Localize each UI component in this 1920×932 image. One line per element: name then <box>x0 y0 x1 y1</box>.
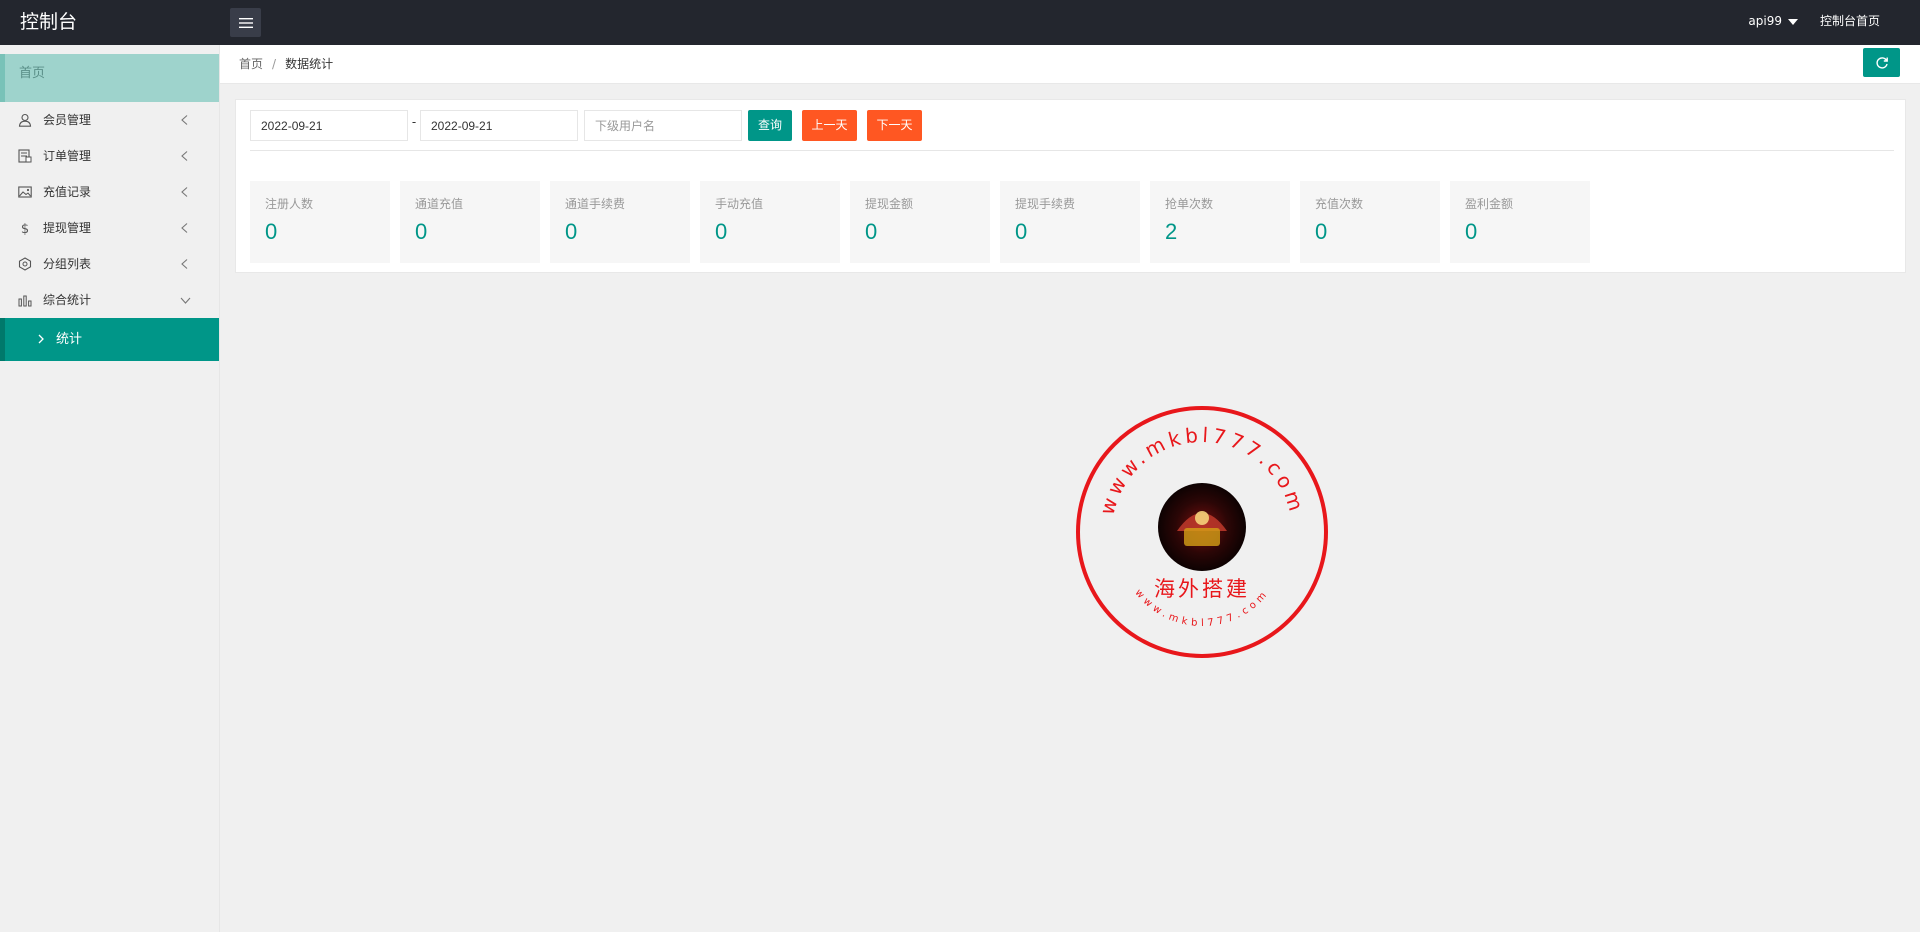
order-icon <box>18 149 32 163</box>
refresh-button[interactable] <box>1863 48 1900 77</box>
sidebar-item-members[interactable]: 会员管理 <box>0 102 219 138</box>
end-date-input[interactable] <box>420 110 578 141</box>
divider <box>250 150 1894 151</box>
watermark-logo <box>1158 483 1246 571</box>
chevron-left-icon <box>181 223 188 233</box>
stat-tile-registrations: 注册人数 0 <box>250 181 390 263</box>
user-menu[interactable]: api99 <box>1748 0 1798 43</box>
sidebar-item-label: 综合统计 <box>43 293 92 307</box>
query-button[interactable]: 查询 <box>748 110 792 141</box>
stat-tile-withdraw-amount: 提现金额 0 <box>850 181 990 263</box>
chart-icon <box>18 295 32 307</box>
stat-value: 0 <box>415 219 428 244</box>
stats-grid: 注册人数 0 通道充值 0 通道手续费 0 手动充值 0 提现金额 0 提现手续… <box>250 181 1590 263</box>
app-title: 控制台 <box>20 11 78 33</box>
stat-label: 提现手续费 <box>1015 197 1076 211</box>
stat-tile-profit: 盈利金额 0 <box>1450 181 1590 263</box>
stat-tile-manual-recharge: 手动充值 0 <box>700 181 840 263</box>
sidebar-item-withdraw[interactable]: $ 提现管理 <box>0 210 219 246</box>
group-icon <box>18 257 32 271</box>
sidebar-item-groups[interactable]: 分组列表 <box>0 246 219 282</box>
date-separator: - <box>411 114 417 129</box>
svg-text:$: $ <box>21 222 29 235</box>
chevron-right-icon <box>38 334 44 344</box>
image-icon <box>18 186 32 198</box>
sidebar-item-recharge[interactable]: 充值记录 <box>0 174 219 210</box>
stat-value: 0 <box>865 219 878 244</box>
stat-value: 2 <box>1165 219 1178 244</box>
prev-day-button[interactable]: 上一天 <box>802 110 857 141</box>
breadcrumb-current: 数据统计 <box>285 57 334 71</box>
watermark-stamp: www.mkbl777.com 海外搭建 www.mkbl777.com <box>1076 406 1328 658</box>
stat-tile-withdraw-fee: 提现手续费 0 <box>1000 181 1140 263</box>
user-icon <box>18 113 32 127</box>
stat-value: 0 <box>1015 219 1028 244</box>
stat-tile-grab-orders: 抢单次数 2 <box>1150 181 1290 263</box>
next-day-button[interactable]: 下一天 <box>867 110 922 141</box>
watermark-center-text: 海外搭建 <box>1154 577 1250 601</box>
sidebar-item-home[interactable]: 首页 <box>0 54 219 102</box>
sidebar-subitem-stats[interactable]: 统计 <box>0 318 219 361</box>
breadcrumb-bar: 首页 / 数据统计 <box>220 45 1920 84</box>
stat-value: 0 <box>715 219 728 244</box>
sub-user-input[interactable] <box>584 110 742 141</box>
stat-label: 通道手续费 <box>565 197 626 211</box>
menu-toggle-button[interactable] <box>230 8 261 37</box>
sidebar-item-summary-stats[interactable]: 综合统计 <box>0 282 219 318</box>
stat-value: 0 <box>265 219 278 244</box>
stat-label: 注册人数 <box>265 197 314 211</box>
breadcrumb-home[interactable]: 首页 <box>239 57 263 71</box>
stat-label: 抢单次数 <box>1165 197 1214 211</box>
sidebar-item-orders[interactable]: 订单管理 <box>0 138 219 174</box>
stat-value: 0 <box>1465 219 1478 244</box>
sidebar-item-label: 订单管理 <box>43 149 92 163</box>
stat-label: 通道充值 <box>415 197 464 211</box>
chevron-left-icon <box>181 151 188 161</box>
stat-value: 0 <box>1315 219 1328 244</box>
stat-value: 0 <box>565 219 578 244</box>
stat-tile-recharge-count: 充值次数 0 <box>1300 181 1440 263</box>
sidebar-subitem-label: 统计 <box>56 332 83 347</box>
chevron-down-icon <box>180 297 191 304</box>
top-navbar: 控制台 api99 控制台首页 <box>0 0 1920 45</box>
stat-label: 手动充值 <box>715 197 764 211</box>
stat-label: 盈利金额 <box>1465 197 1514 211</box>
sidebar-item-label: 会员管理 <box>43 113 92 127</box>
console-home-link[interactable]: 控制台首页 <box>1820 0 1880 43</box>
sidebar-item-label: 提现管理 <box>43 221 92 235</box>
sidebar: 首页 会员管理 订单管理 充值记录 $ 提现管理 分组列表 综合统计 统计 <box>0 45 220 932</box>
chevron-left-icon <box>181 259 188 269</box>
dollar-icon: $ <box>21 222 29 235</box>
hamburger-icon <box>238 17 253 28</box>
stat-tile-channel-recharge: 通道充值 0 <box>400 181 540 263</box>
stat-label: 提现金额 <box>865 197 914 211</box>
start-date-input[interactable] <box>250 110 408 141</box>
breadcrumb: 首页 / 数据统计 <box>239 45 333 83</box>
user-name: api99 <box>1748 14 1782 28</box>
caret-down-icon <box>1788 18 1798 25</box>
sidebar-item-label: 充值记录 <box>43 185 92 199</box>
filter-bar: - 查询 上一天 下一天 <box>250 110 922 141</box>
stat-label: 充值次数 <box>1315 197 1364 211</box>
stat-tile-channel-fee: 通道手续费 0 <box>550 181 690 263</box>
refresh-icon <box>1875 56 1888 69</box>
stats-card: - 查询 上一天 下一天 注册人数 0 通道充值 0 通道手续费 0 手动充值 … <box>235 99 1906 273</box>
breadcrumb-separator: / <box>272 57 277 71</box>
chevron-left-icon <box>181 115 188 125</box>
sidebar-item-label: 分组列表 <box>43 257 92 271</box>
chevron-left-icon <box>181 187 188 197</box>
